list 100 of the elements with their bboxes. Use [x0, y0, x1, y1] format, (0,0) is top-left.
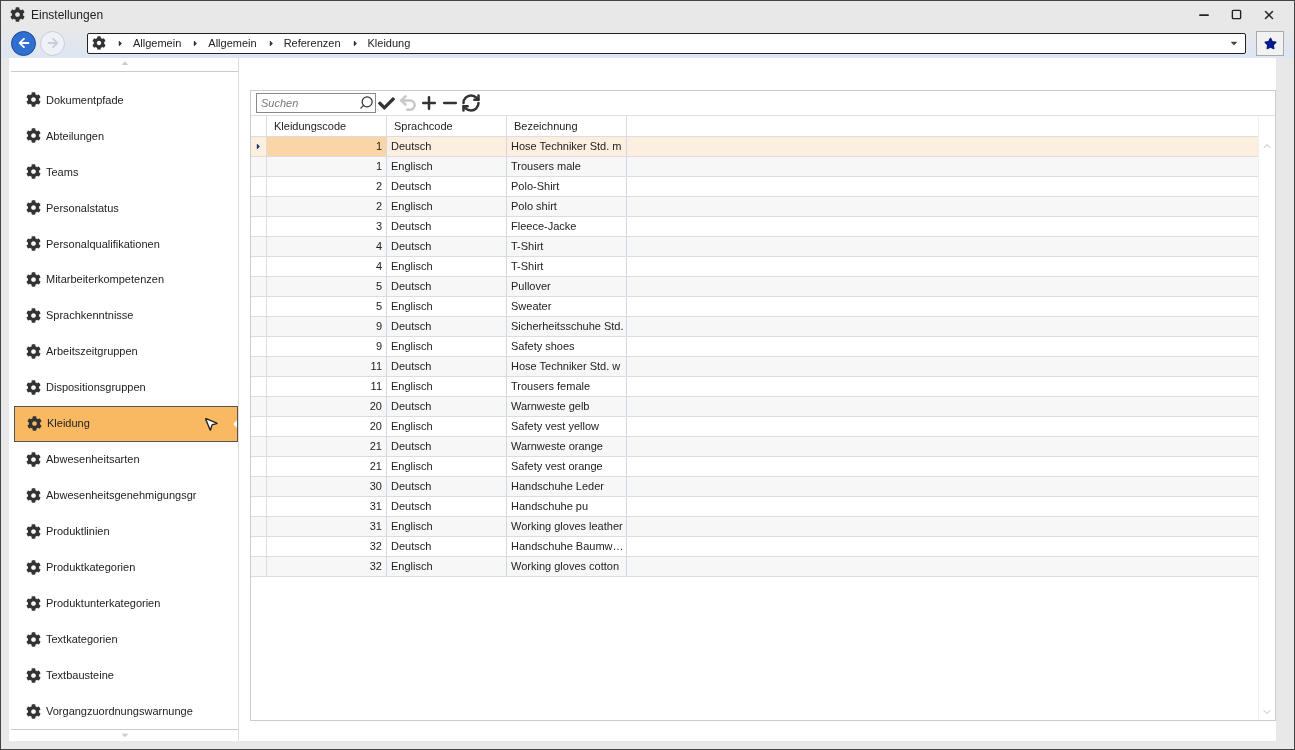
table-row[interactable]: 31 Englisch Working gloves leather [251, 517, 1258, 537]
table-cell: 1 [267, 157, 387, 176]
table-cell: Working gloves leather [507, 517, 627, 536]
table-cell: 20 [267, 397, 387, 416]
table-row[interactable]: 11 Deutsch Hose Techniker Std. w [251, 357, 1258, 377]
favorite-button[interactable] [1256, 30, 1284, 56]
table-row[interactable]: 20 Deutsch Warnweste gelb [251, 397, 1258, 417]
breadcrumb-item[interactable]: Referenzen [283, 34, 341, 52]
table-cell: 5 [267, 277, 387, 296]
sidebar-item[interactable]: Dispositionsgruppen [14, 369, 238, 406]
table-cell: 4 [267, 237, 387, 256]
breadcrumb-item[interactable]: Allgemein [208, 34, 257, 52]
table-cell: Englisch [387, 377, 507, 396]
sidebar-item[interactable]: Produktlinien [14, 513, 238, 550]
table-cell: Englisch [387, 557, 507, 576]
table-cell: Deutsch [387, 177, 507, 196]
sidebar-item[interactable]: Abwesenheitsarten [14, 441, 238, 478]
arrow-left-icon [17, 37, 30, 49]
table-row[interactable]: 21 Deutsch Warnweste orange [251, 437, 1258, 457]
gear-icon [26, 128, 41, 144]
gear-icon [26, 164, 41, 180]
table-row[interactable]: 1 Englisch Trousers male [251, 157, 1258, 177]
table-cell: Sicherheitsschuhe Std. [507, 317, 627, 336]
table-cell: 4 [267, 257, 387, 276]
table-row[interactable]: 31 Deutsch Handschuhe pu [251, 497, 1258, 517]
table-cell: Fleece-Jacke [507, 217, 627, 236]
sidebar-item[interactable]: Produktkategorien [14, 549, 238, 586]
row-indicator-icon [254, 142, 263, 151]
table-cell: Englisch [387, 517, 507, 536]
table-cell: 2 [267, 177, 387, 196]
table-row[interactable]: 2 Deutsch Polo-Shirt [251, 177, 1258, 197]
table-cell: 11 [267, 377, 387, 396]
arrow-right-icon [46, 37, 59, 49]
search-field[interactable]: Suchen [256, 93, 376, 113]
gear-icon [26, 451, 41, 467]
sidebar-item[interactable]: Vorgangzuordnungswarnunge [14, 693, 238, 730]
table-cell: Deutsch [387, 357, 507, 376]
table-row[interactable]: 20 Englisch Safety vest yellow [251, 417, 1258, 437]
table-cell: Trousers male [507, 157, 627, 176]
table-cell: 9 [267, 337, 387, 356]
table-row[interactable]: 21 Englisch Safety vest orange [251, 457, 1258, 477]
table-row[interactable]: 5 Deutsch Pullover [251, 277, 1258, 297]
table-cell: Pullover [507, 277, 627, 296]
table-cell: Englisch [387, 457, 507, 476]
table-row[interactable]: 4 Deutsch T-Shirt [251, 237, 1258, 257]
breadcrumb-item[interactable]: Allgemein [133, 34, 182, 52]
sidebar-item[interactable]: Abwesenheitsgenehmigungsgr [14, 477, 238, 514]
table-cell: Englisch [387, 157, 507, 176]
column-header[interactable]: Bezeichnung [507, 116, 627, 136]
table-cell: Deutsch [387, 277, 507, 296]
sidebar-item[interactable]: Textbausteine [14, 657, 238, 694]
sidebar-item[interactable]: Sprachkenntnisse [14, 297, 238, 334]
window-title: Einstellungen [31, 6, 104, 24]
search-icon[interactable] [359, 95, 374, 110]
sidebar-item[interactable]: Abteilungen [14, 117, 238, 154]
table-row[interactable]: 4 Englisch T-Shirt [251, 257, 1258, 277]
sidebar-item[interactable]: Textkategorien [14, 621, 238, 658]
table-row[interactable]: 32 Englisch Working gloves cotton [251, 557, 1258, 577]
gear-icon [92, 36, 106, 50]
table-cell: 5 [267, 297, 387, 316]
table-row[interactable]: 2 Englisch Polo shirt [251, 197, 1258, 217]
table-row[interactable]: 5 Englisch Sweater [251, 297, 1258, 317]
gear-icon [26, 523, 41, 539]
table-cell: 11 [267, 357, 387, 376]
table-cell: 21 [267, 457, 387, 476]
column-header[interactable]: Kleidungscode [267, 116, 387, 136]
breadcrumb-bar[interactable]: Allgemein Allgemein Referenzen Kleidung [87, 32, 1246, 54]
table-row[interactable]: 9 Englisch Safety shoes [251, 337, 1258, 357]
maximize-icon[interactable] [1231, 9, 1242, 20]
table-cell: T-Shirt [507, 237, 627, 256]
sidebar-item[interactable]: Kleidung [14, 405, 238, 442]
table-row[interactable]: 11 Englisch Trousers female [251, 377, 1258, 397]
breadcrumb-item[interactable]: Kleidung [367, 34, 411, 52]
table-cell: 31 [267, 497, 387, 516]
sidebar-item[interactable]: Personalqualifikationen [14, 225, 238, 262]
sidebar-item[interactable]: Arbeitszeitgruppen [14, 333, 238, 370]
column-header[interactable]: Sprachcode [387, 116, 507, 136]
table-row[interactable]: 1 Deutsch Hose Techniker Std. m [251, 137, 1258, 157]
caret-icon [116, 38, 125, 48]
sidebar-item[interactable]: Personalstatus [14, 189, 238, 226]
sidebar-item[interactable]: Teams [14, 153, 238, 190]
table-row[interactable]: 30 Deutsch Handschuhe Leder [251, 477, 1258, 497]
sidebar-item[interactable]: Dokumentpfade [14, 81, 238, 118]
table-cell: 1 [267, 137, 387, 156]
gear-icon [26, 236, 41, 252]
gear-icon [26, 631, 41, 647]
table-cell: Deutsch [387, 237, 507, 256]
table-cell: Safety vest orange [507, 457, 627, 476]
table-cell: Deutsch [387, 437, 507, 456]
table-row[interactable]: 3 Deutsch Fleece-Jacke [251, 217, 1258, 237]
table-cell: 9 [267, 317, 387, 336]
sidebar-item[interactable]: Produktunterkategorien [14, 585, 238, 622]
sidebar-item[interactable]: Mitarbeiterkompetenzen [14, 261, 238, 298]
table-row[interactable]: 32 Deutsch Handschuhe Baumw… [251, 537, 1258, 557]
refresh-icon[interactable] [460, 92, 481, 114]
table-cell: Polo-Shirt [507, 177, 627, 196]
table-cell: 20 [267, 417, 387, 436]
table-row[interactable]: 9 Deutsch Sicherheitsschuhe Std. [251, 317, 1258, 337]
back-button[interactable] [11, 30, 36, 56]
table-cell: Deutsch [387, 397, 507, 416]
